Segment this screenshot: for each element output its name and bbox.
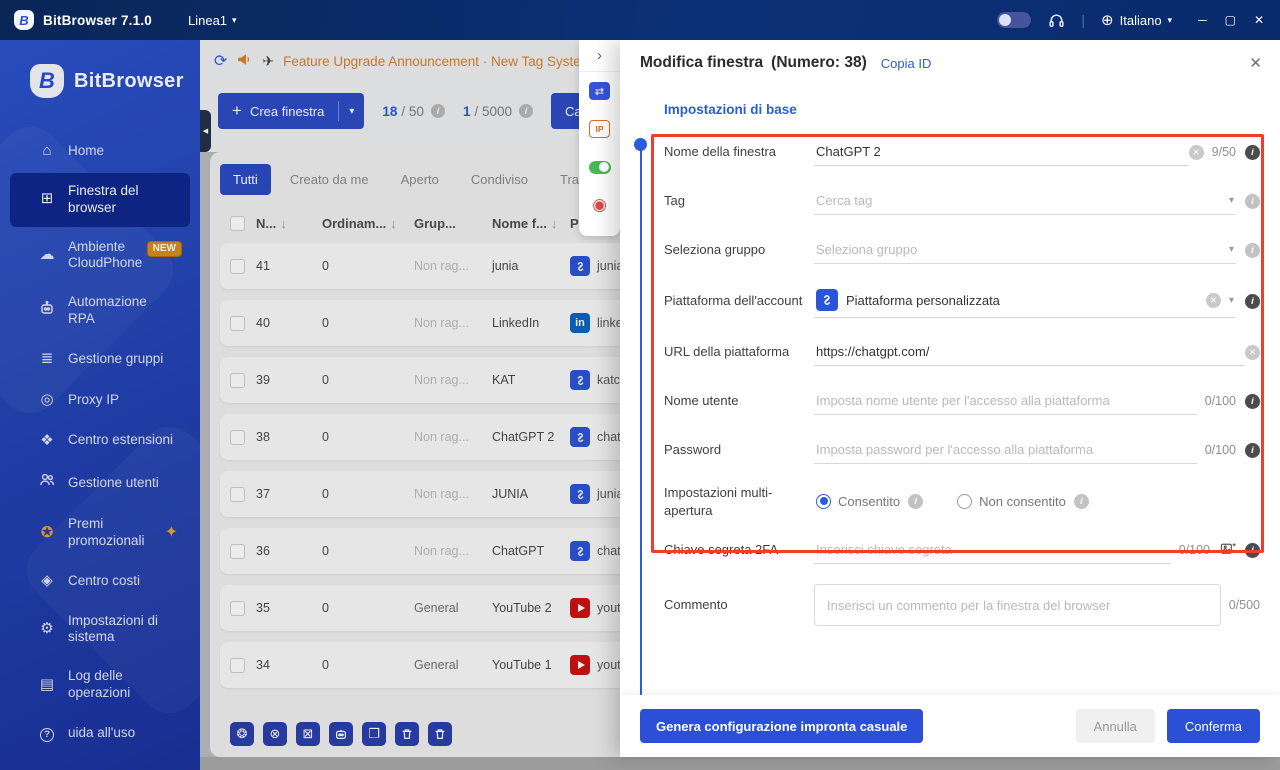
info-icon[interactable]: i <box>1245 543 1260 558</box>
2fa-secret-input[interactable] <box>816 542 1169 557</box>
app-logo-icon: B <box>14 10 34 30</box>
radio-not-allowed[interactable]: Non consentito i <box>957 494 1089 509</box>
tag-select-input[interactable] <box>816 193 1221 208</box>
clear-icon[interactable]: ✕ <box>1206 293 1221 308</box>
char-counter: 0/100 <box>1179 543 1210 557</box>
app-window: B BitBrowser 7.1.0 Linea1 ▾ | ⊕ Italiano… <box>0 0 1280 770</box>
panel-expand-button[interactable]: › <box>579 40 620 72</box>
upload-image-icon[interactable] <box>1210 541 1236 560</box>
radio-allowed[interactable]: Consentito i <box>816 494 923 509</box>
copy-id-link[interactable]: Copia ID <box>881 56 932 71</box>
caret-down-icon: ▾ <box>1168 15 1173 26</box>
sync-icon: ⇄ <box>589 82 610 100</box>
edit-window-modal: Modifica finestra (Numero: 38) Copia ID … <box>620 40 1280 757</box>
app-title: BitBrowser 7.1.0 <box>43 13 152 28</box>
maximize-button[interactable]: ▢ <box>1225 13 1236 27</box>
info-icon[interactable]: i <box>1245 145 1260 160</box>
support-headset-icon[interactable] <box>1047 11 1065 29</box>
platform-url-input[interactable] <box>816 344 1243 359</box>
modal-close-icon[interactable]: ✕ <box>1249 54 1262 72</box>
password-input[interactable] <box>816 442 1195 457</box>
section-title: Impostazioni di base <box>664 102 1260 117</box>
comment-textarea[interactable] <box>814 584 1221 626</box>
modal-footer: Genera configurazione impronta casuale A… <box>620 695 1280 757</box>
info-icon[interactable]: i <box>1245 443 1260 458</box>
theme-toggle[interactable] <box>997 12 1031 28</box>
generate-fingerprint-button[interactable]: Genera configurazione impronta casuale <box>640 709 923 743</box>
field-tag: Tag ▾ i <box>664 186 1260 216</box>
ip-check-button[interactable]: IP <box>589 110 610 148</box>
titlebar: B BitBrowser 7.1.0 Linea1 ▾ | ⊕ Italiano… <box>0 0 1280 40</box>
language-selector[interactable]: ⊕ Italiano ▾ <box>1101 11 1172 29</box>
modal-header: Modifica finestra (Numero: 38) Copia ID … <box>620 40 1280 86</box>
close-button[interactable]: ✕ <box>1254 13 1264 27</box>
divider: | <box>1081 12 1085 28</box>
clear-icon[interactable]: ✕ <box>1245 345 1260 360</box>
line-selector[interactable]: Linea1 ▾ <box>188 13 237 28</box>
caret-down-icon[interactable]: ▾ <box>1229 195 1234 206</box>
field-group: Seleziona gruppo ▾ i <box>664 235 1260 265</box>
minimize-button[interactable]: ─ <box>1198 13 1207 27</box>
radio-selected-icon <box>816 494 831 509</box>
username-input[interactable] <box>816 393 1195 408</box>
modal-title: Modifica finestra <box>640 54 763 72</box>
info-icon[interactable]: i <box>1245 243 1260 258</box>
toggle-knob <box>999 14 1011 26</box>
toggle-feature-button[interactable] <box>589 148 611 186</box>
toggle-on-icon <box>589 161 611 174</box>
field-password: Password 0/100 i <box>664 435 1260 465</box>
char-counter: 0/100 <box>1205 394 1236 408</box>
chevron-right-icon: › <box>597 47 602 64</box>
window-name-input[interactable] <box>816 144 1187 159</box>
info-icon[interactable]: i <box>1245 294 1260 309</box>
info-icon[interactable]: i <box>1245 394 1260 409</box>
caret-down-icon[interactable]: ▾ <box>1229 295 1234 306</box>
window-number: (Numero: 38) <box>771 54 867 72</box>
fingerprint-icon: ◉ <box>592 195 607 215</box>
field-platform: Piattaforma dell'account Piattaforma per… <box>664 284 1260 318</box>
backdrop-bottom-band <box>200 757 1280 770</box>
modal-body: Impostazioni di base Nome della finestra… <box>620 86 1280 695</box>
fingerprint-button[interactable]: ◉ <box>592 186 607 224</box>
caret-down-icon[interactable]: ▾ <box>1229 244 1234 255</box>
info-icon[interactable]: i <box>1074 494 1089 509</box>
info-icon[interactable]: i <box>908 494 923 509</box>
field-window-name: Nome della finestra ✕ 9/50 i <box>664 137 1260 167</box>
radio-unselected-icon <box>957 494 972 509</box>
platform-select[interactable]: Piattaforma personalizzata ✕ ▾ <box>814 284 1236 318</box>
char-counter: 9/50 <box>1212 145 1236 159</box>
sync-windows-button[interactable]: ⇄ <box>589 72 610 110</box>
field-2fa: Chiave segreta 2FA 0/100 i <box>664 535 1260 565</box>
char-counter: 0/100 <box>1205 443 1236 457</box>
info-icon[interactable]: i <box>1245 194 1260 209</box>
field-url: URL della piattaforma ✕ <box>664 337 1260 367</box>
char-counter: 0/500 <box>1229 598 1260 612</box>
link-platform-icon <box>816 289 838 311</box>
cancel-button[interactable]: Annulla <box>1076 709 1155 743</box>
caret-down-icon: ▾ <box>232 15 237 26</box>
field-username: Nome utente 0/100 i <box>664 386 1260 416</box>
section-anchor-line <box>640 150 643 695</box>
comment-input[interactable] <box>827 598 1208 613</box>
confirm-button[interactable]: Conferma <box>1167 709 1260 743</box>
quick-access-panel: › ⇄ IP ◉ <box>579 40 620 236</box>
field-multi-open: Impostazioni multi-apertura Consentito i… <box>664 484 1260 519</box>
globe-icon: ⊕ <box>1101 11 1114 29</box>
ip-icon: IP <box>589 120 610 138</box>
field-comment: Commento 0/500 <box>664 584 1260 626</box>
group-select-input[interactable] <box>816 242 1221 257</box>
clear-icon[interactable]: ✕ <box>1189 145 1204 160</box>
